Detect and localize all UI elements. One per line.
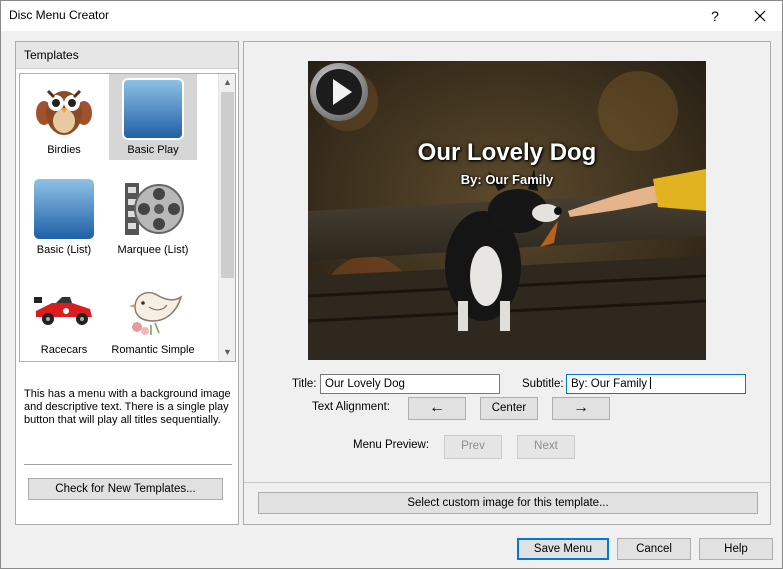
bird-with-flowers-icon (129, 291, 183, 335)
race-car-icon (34, 297, 92, 325)
blue-gradient-icon (122, 78, 184, 140)
template-birdies[interactable]: Birdies (20, 74, 108, 160)
templates-list[interactable]: Birdies Basic Play Basic (List) Marquee … (19, 73, 236, 362)
help-question-icon[interactable]: ? (701, 5, 729, 27)
scroll-down-icon[interactable]: ▼ (219, 344, 235, 361)
disc-menu-creator-window: Disc Menu Creator ? Templates Birdies Ba… (0, 0, 783, 569)
window-title: Disc Menu Creator (9, 8, 110, 22)
title-bar: Disc Menu Creator ? (1, 1, 782, 31)
cancel-button[interactable]: Cancel (617, 538, 691, 560)
divider (24, 464, 232, 465)
arrow-right-icon: → (573, 399, 589, 416)
save-menu-button[interactable]: Save Menu (517, 538, 609, 560)
scroll-up-icon[interactable]: ▲ (219, 74, 235, 91)
template-label: Birdies (47, 144, 81, 156)
preview-subtitle-text: By: Our Family (460, 172, 554, 187)
help-button[interactable]: Help (699, 538, 773, 560)
play-button-icon[interactable] (308, 61, 370, 123)
template-racecars[interactable]: Racecars (20, 274, 108, 360)
template-description: This has a menu with a background image … (24, 388, 231, 426)
template-romantic-simple[interactable]: Romantic Simple (109, 274, 197, 360)
subtitle-input-value: By: Our Family (571, 378, 648, 390)
menu-preview-image: Our Lovely Dog By: Our Family (308, 61, 706, 360)
template-label: Racecars (40, 344, 88, 356)
align-left-button[interactable]: ← (408, 397, 466, 420)
align-center-button[interactable]: Center (480, 397, 538, 420)
title-input[interactable]: Our Lovely Dog (320, 374, 500, 394)
next-button[interactable]: Next (517, 435, 575, 459)
scrollbar-thumb[interactable] (221, 92, 234, 278)
template-label: Basic (List) (36, 244, 92, 256)
menu-settings-panel: Our Lovely Dog By: Our Family Title: Our… (243, 41, 771, 525)
select-custom-image-button[interactable]: Select custom image for this template... (258, 492, 758, 514)
templates-panel: Templates Birdies Basic Play Basic (List… (15, 41, 239, 525)
align-right-button[interactable]: → (552, 397, 610, 420)
template-basic-play[interactable]: Basic Play (109, 74, 197, 160)
blue-gradient-icon (34, 179, 94, 239)
close-icon[interactable] (741, 3, 779, 29)
templates-scrollbar[interactable]: ▲ ▼ (218, 74, 235, 361)
film-reel-icon (125, 183, 184, 235)
check-new-templates-button[interactable]: Check for New Templates... (28, 478, 223, 500)
arrow-left-icon: ← (429, 399, 445, 416)
template-label: Basic Play (127, 144, 179, 156)
text-alignment-label: Text Alignment: (312, 401, 390, 413)
template-label: Marquee (List) (117, 244, 189, 256)
template-basic-list[interactable]: Basic (List) (20, 174, 108, 260)
template-label: Romantic Simple (111, 344, 195, 356)
subtitle-input[interactable]: By: Our Family (566, 374, 746, 394)
owl-icon (36, 89, 92, 135)
template-marquee-list[interactable]: Marquee (List) (109, 174, 197, 260)
preview-title-text: Our Lovely Dog (417, 139, 597, 166)
subtitle-label: Subtitle: (522, 378, 564, 390)
prev-button[interactable]: Prev (444, 435, 502, 459)
menu-preview-label: Menu Preview: (353, 439, 430, 451)
templates-header: Templates (16, 42, 238, 69)
title-label: Title: (292, 378, 317, 390)
divider (244, 482, 770, 483)
text-caret (650, 377, 652, 389)
